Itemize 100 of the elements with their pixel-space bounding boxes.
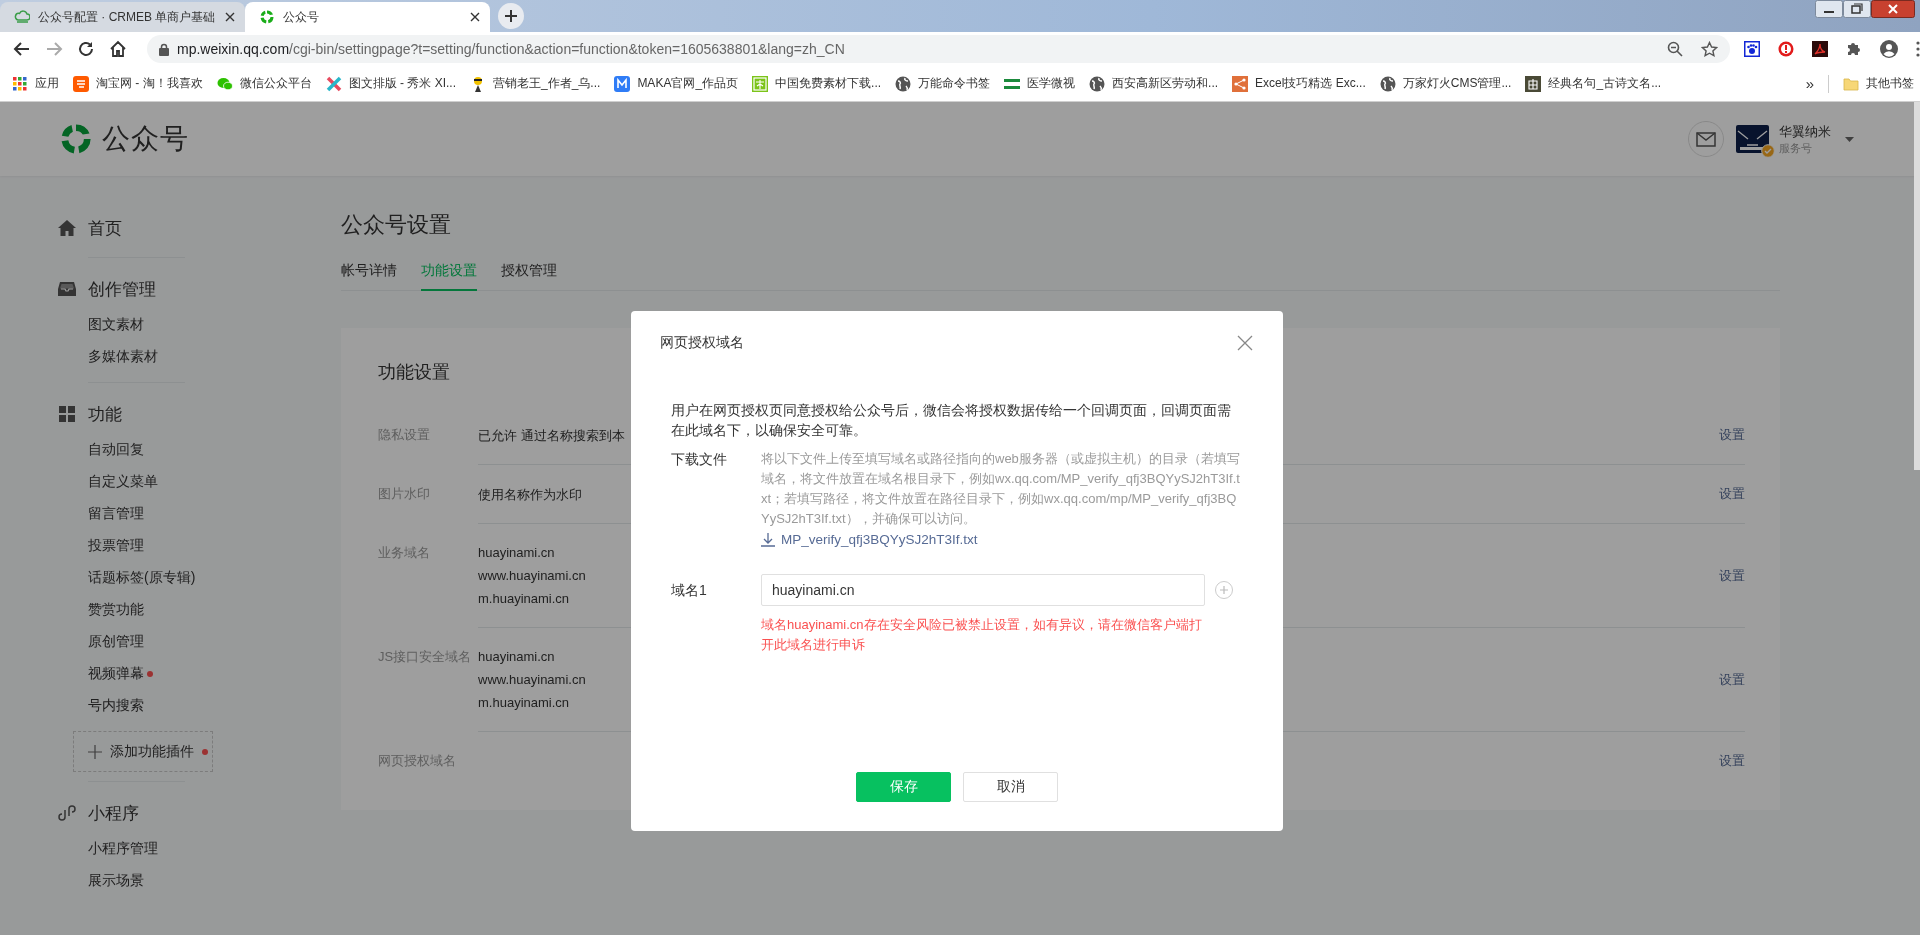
- bookmark[interactable]: 应用: [12, 75, 59, 92]
- bookmark[interactable]: 中国免费素材下载...: [752, 75, 882, 92]
- setting-link[interactable]: 设置: [1719, 670, 1745, 689]
- bookmark[interactable]: 淘宝网 - 淘！我喜欢: [73, 75, 203, 92]
- tab[interactable]: 帐号详情: [341, 260, 397, 291]
- dialog-title: 网页授权域名: [660, 334, 744, 352]
- scrollbar[interactable]: [1914, 102, 1920, 470]
- setting-label: 隐私设置: [378, 426, 431, 444]
- bookmark[interactable]: MAKA官网_作品页: [614, 75, 739, 92]
- setting-link[interactable]: 设置: [1719, 752, 1745, 770]
- nav-section[interactable]: 小程序: [58, 793, 341, 833]
- globe-icon: [1089, 75, 1106, 92]
- nav-item[interactable]: 自定义菜单: [88, 473, 158, 491]
- zoom-out-icon[interactable]: [1667, 41, 1683, 57]
- close-icon[interactable]: [225, 12, 235, 22]
- logo-text[interactable]: 公众号: [102, 120, 189, 158]
- nav-section[interactable]: 创作管理: [58, 269, 341, 309]
- bookmark-label: 西安高新区劳动和...: [1112, 75, 1219, 92]
- setting-link[interactable]: 设置: [1719, 426, 1745, 444]
- plus-icon: [88, 744, 102, 759]
- caret-icon[interactable]: [1845, 136, 1854, 142]
- bookmark[interactable]: 图文排版 - 秀米 XI...: [325, 75, 456, 92]
- tab[interactable]: 授权管理: [501, 260, 557, 291]
- bookmark-label: 万能命令书签: [918, 75, 991, 92]
- bookmark[interactable]: 万能命令书签: [895, 75, 991, 92]
- nav-section-label: 首页: [88, 217, 122, 240]
- nav-section-label: 小程序: [88, 802, 139, 825]
- alert-icon[interactable]: [1778, 41, 1794, 57]
- setting-link[interactable]: 设置: [1719, 566, 1745, 585]
- error-message: 域名huayinami.cn存在安全风险已被禁止设置，如有异议，请在微信客户端打开此域名进行申诉: [761, 616, 1203, 654]
- nav-section-label: 功能: [88, 403, 122, 426]
- add-plugin-button[interactable]: 添加功能插件: [73, 731, 213, 772]
- download-link[interactable]: MP_verify_qfj3BQYySJ2hT3If.txt: [761, 532, 978, 547]
- mail-icon[interactable]: [1688, 121, 1724, 157]
- more-icon[interactable]: [1916, 41, 1920, 57]
- close-icon[interactable]: [470, 12, 480, 22]
- avatar[interactable]: [1736, 125, 1769, 153]
- reload-icon[interactable]: [77, 40, 95, 58]
- nav-item[interactable]: 原创管理: [88, 633, 144, 651]
- bookmark-star-icon[interactable]: [1701, 40, 1718, 58]
- card-title: 功能设置: [378, 361, 451, 384]
- browser-tab[interactable]: 公众号: [245, 2, 490, 32]
- bookmark[interactable]: Excel技巧精选 Exc...: [1232, 75, 1366, 92]
- cancel-button[interactable]: 取消: [963, 772, 1058, 802]
- home-icon: [58, 219, 76, 237]
- nav-item[interactable]: 视频弹幕: [88, 665, 144, 683]
- nav-item[interactable]: 投票管理: [88, 537, 144, 555]
- nav-item[interactable]: 多媒体素材: [88, 348, 158, 366]
- nav-item[interactable]: 图文素材: [88, 316, 144, 334]
- nav-item[interactable]: 自动回复: [88, 441, 144, 459]
- document-icon[interactable]: [1812, 41, 1828, 57]
- setting-value: 使用名称作为水印: [478, 485, 582, 504]
- bookmark[interactable]: 微信公众平台: [216, 75, 312, 92]
- tile-icon: [614, 75, 631, 92]
- nav-item[interactable]: 留言管理: [88, 505, 144, 523]
- bookmark[interactable]: 医学微视: [1004, 75, 1076, 92]
- folder-icon: [1843, 75, 1859, 92]
- nav-item[interactable]: 号内搜索: [88, 697, 144, 715]
- nav-section[interactable]: 功能: [58, 394, 341, 434]
- field-label: 域名1: [671, 581, 708, 600]
- bookmark-label: 营销老王_作者_乌...: [493, 75, 601, 92]
- nav-section[interactable]: 首页: [58, 208, 341, 248]
- new-tab-icon[interactable]: [497, 1, 525, 30]
- bookmark[interactable]: 营销老王_作者_乌...: [470, 75, 601, 92]
- bookmark-label: 万家灯火CMS管理...: [1402, 75, 1512, 92]
- account-name[interactable]: 华翼纳米: [1779, 122, 1831, 141]
- browser-tab[interactable]: 公众号配置 · CRMEB 单商户基础: [0, 2, 245, 32]
- bookmark[interactable]: 万家灯火CMS管理...: [1379, 75, 1512, 92]
- home-icon[interactable]: [109, 40, 127, 58]
- grid-icon: [12, 75, 28, 92]
- close-icon[interactable]: [1871, 0, 1915, 18]
- nav-item[interactable]: 话题标签(原专辑): [88, 569, 196, 587]
- page-title: 公众号设置: [341, 211, 452, 239]
- bookmark[interactable]: 经典名句_古诗文名...: [1525, 75, 1662, 92]
- paw-icon[interactable]: [1744, 41, 1760, 57]
- tab-title: 公众号配置 · CRMEB 单商户基础: [38, 8, 217, 26]
- bookmark[interactable]: 其他书签: [1843, 75, 1914, 92]
- input-field[interactable]: huayinami.cn: [761, 574, 1205, 606]
- hint-text: 将以下文件上传至填写域名或路径指向的web服务器（或虚拟主机）的目录（若填写域名，将文件放置在域名根目录下，例如wx.qq.com/MP_verify_qfj3BQYySJ2hT3If.txt；若填写路径，将文件放置在路径目录下，例如wx.qq.com/mp/MP_verify_qfj3BQYySJ2hT3If.txt），并确保可以访问。: [761, 450, 1241, 528]
- bookmark-label: 图文排版 - 秀米 XI...: [348, 75, 456, 92]
- nav-item[interactable]: 小程序管理: [88, 840, 158, 858]
- bookmark-label: 淘宝网 - 淘！我喜欢: [96, 75, 203, 92]
- setting-label: 图片水印: [378, 485, 431, 503]
- setting-value: m.huayinami.cn: [478, 590, 570, 608]
- setting-value: huayinami.cn: [478, 544, 555, 562]
- puzzle-icon[interactable]: [1846, 41, 1862, 57]
- tile-icon: [752, 75, 769, 92]
- inbox-icon: [58, 280, 76, 298]
- profile-icon[interactable]: [1880, 40, 1898, 58]
- bookmark-label: Excel技巧精选 Exc...: [1255, 75, 1366, 92]
- bookmark[interactable]: 西安高新区劳动和...: [1089, 75, 1219, 92]
- nav-item[interactable]: 赞赏功能: [88, 601, 144, 619]
- overflow-chevron[interactable]: »: [1805, 75, 1814, 92]
- minimize-icon[interactable]: [1815, 0, 1843, 18]
- setting-link[interactable]: 设置: [1719, 485, 1745, 503]
- bookmark-label: 应用: [35, 75, 59, 92]
- restore-icon[interactable]: [1843, 0, 1871, 18]
- nav-item[interactable]: 展示场景: [88, 872, 144, 890]
- aperture-icon: [259, 9, 275, 25]
- back-icon[interactable]: [13, 40, 31, 58]
